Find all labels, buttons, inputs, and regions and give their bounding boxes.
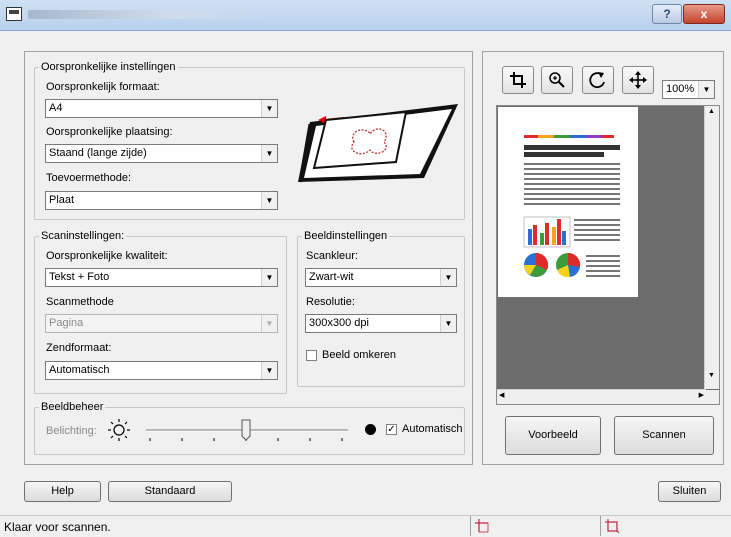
window-close-button[interactable]: x: [683, 4, 725, 24]
auto-exposure-checkbox[interactable]: ✓: [386, 424, 397, 435]
original-format-value: A4: [49, 102, 63, 114]
scan-method-value: Pagina: [49, 317, 84, 329]
status-separator: [470, 516, 471, 536]
send-format-label: Zendformaat:: [46, 342, 112, 354]
zoom-value: 100%: [666, 83, 695, 95]
horizontal-scrollbar[interactable]: ◀ ▶: [497, 389, 706, 404]
rotate-icon: [589, 72, 605, 89]
crop-icon: [510, 72, 526, 88]
invert-image-checkbox[interactable]: [306, 350, 317, 361]
scan-button[interactable]: Scannen: [614, 416, 714, 455]
resolution-value: 300x300 dpi: [309, 317, 369, 329]
zoom-in-button[interactable]: [541, 66, 573, 94]
close-dialog-button[interactable]: Sluiten: [658, 481, 721, 502]
window-title: [28, 10, 268, 19]
move-icon: [629, 71, 647, 89]
original-quality-label: Oorspronkelijke kwaliteit:: [46, 250, 168, 262]
selection-size-icon: [605, 519, 619, 533]
auto-exposure-label: Automatisch: [402, 423, 463, 435]
original-settings-legend: Oorspronkelijke instellingen: [41, 61, 176, 73]
chevron-down-icon[interactable]: ▼: [440, 315, 456, 332]
scan-settings-legend: Scaninstellingen:: [41, 230, 125, 242]
scroll-right-icon[interactable]: ▶: [699, 391, 704, 399]
original-placement-label: Oorspronkelijke plaatsing:: [46, 126, 173, 138]
help-button[interactable]: Help: [24, 481, 101, 502]
send-format-select[interactable]: Automatisch ▼: [45, 361, 278, 380]
scan-method-select: Pagina ▼: [45, 314, 278, 333]
original-placement-select[interactable]: Staand (lange zijde) ▼: [45, 144, 278, 163]
original-quality-select[interactable]: Tekst + Foto ▼: [45, 268, 278, 287]
chevron-down-icon[interactable]: ▼: [698, 81, 714, 98]
slider-thumb[interactable]: [241, 419, 251, 441]
feed-method-select[interactable]: Plaat ▼: [45, 191, 278, 210]
resolution-label: Resolutie:: [306, 296, 355, 308]
zoom-select[interactable]: 100% ▼: [662, 80, 715, 99]
original-format-select[interactable]: A4 ▼: [45, 99, 278, 118]
invert-image-label: Beeld omkeren: [322, 349, 396, 361]
chevron-down-icon[interactable]: ▼: [261, 362, 277, 379]
resolution-select[interactable]: 300x300 dpi ▼: [305, 314, 457, 333]
cursor-position-icon: [475, 519, 489, 533]
window-help-button[interactable]: ?: [652, 4, 682, 24]
brightness-icon: [108, 419, 130, 441]
preview-page-image: [498, 107, 638, 297]
scan-color-select[interactable]: Zwart-wit ▼: [305, 268, 457, 287]
status-text: Klaar voor scannen.: [4, 520, 111, 534]
image-management-legend: Beeldbeheer: [41, 401, 104, 413]
check-icon: ✓: [387, 424, 396, 435]
chevron-down-icon: ▼: [261, 315, 277, 332]
zoom-in-icon: [549, 72, 565, 88]
app-icon: [6, 7, 22, 21]
chevron-down-icon[interactable]: ▼: [261, 269, 277, 286]
dark-exposure-icon: [365, 424, 376, 435]
move-button[interactable]: [622, 66, 654, 94]
defaults-button[interactable]: Standaard: [108, 481, 232, 502]
scan-color-value: Zwart-wit: [309, 271, 354, 283]
scroll-up-icon[interactable]: ▲: [707, 108, 716, 120]
original-format-label: Oorspronkelijk formaat:: [46, 81, 160, 93]
scroll-left-icon[interactable]: ◀: [499, 391, 504, 399]
rotate-button[interactable]: [582, 66, 614, 94]
image-settings-legend: Beeldinstellingen: [304, 230, 388, 242]
feed-method-label: Toevoermethode:: [46, 172, 131, 184]
scan-method-label: Scanmethode: [46, 296, 114, 308]
original-quality-value: Tekst + Foto: [49, 271, 110, 283]
crop-button[interactable]: [502, 66, 534, 94]
chevron-down-icon[interactable]: ▼: [261, 145, 277, 162]
chevron-down-icon[interactable]: ▼: [261, 192, 277, 209]
preview-viewport[interactable]: ▲ ▼ ◀ ▶: [496, 105, 720, 405]
exposure-slider[interactable]: [142, 418, 352, 444]
send-format-value: Automatisch: [49, 364, 110, 376]
vertical-scrollbar[interactable]: ▲ ▼: [704, 106, 719, 389]
feed-method-value: Plaat: [49, 194, 75, 206]
scan-color-label: Scankleur:: [306, 250, 358, 262]
placement-illustration: [298, 104, 458, 183]
original-placement-value: Staand (lange zijde): [49, 147, 147, 159]
chevron-down-icon[interactable]: ▼: [261, 100, 277, 117]
exposure-label: Belichting:: [46, 425, 97, 437]
status-separator: [600, 516, 601, 536]
preview-button[interactable]: Voorbeeld: [505, 416, 601, 455]
scroll-down-icon[interactable]: ▼: [707, 372, 716, 384]
chevron-down-icon[interactable]: ▼: [440, 269, 456, 286]
